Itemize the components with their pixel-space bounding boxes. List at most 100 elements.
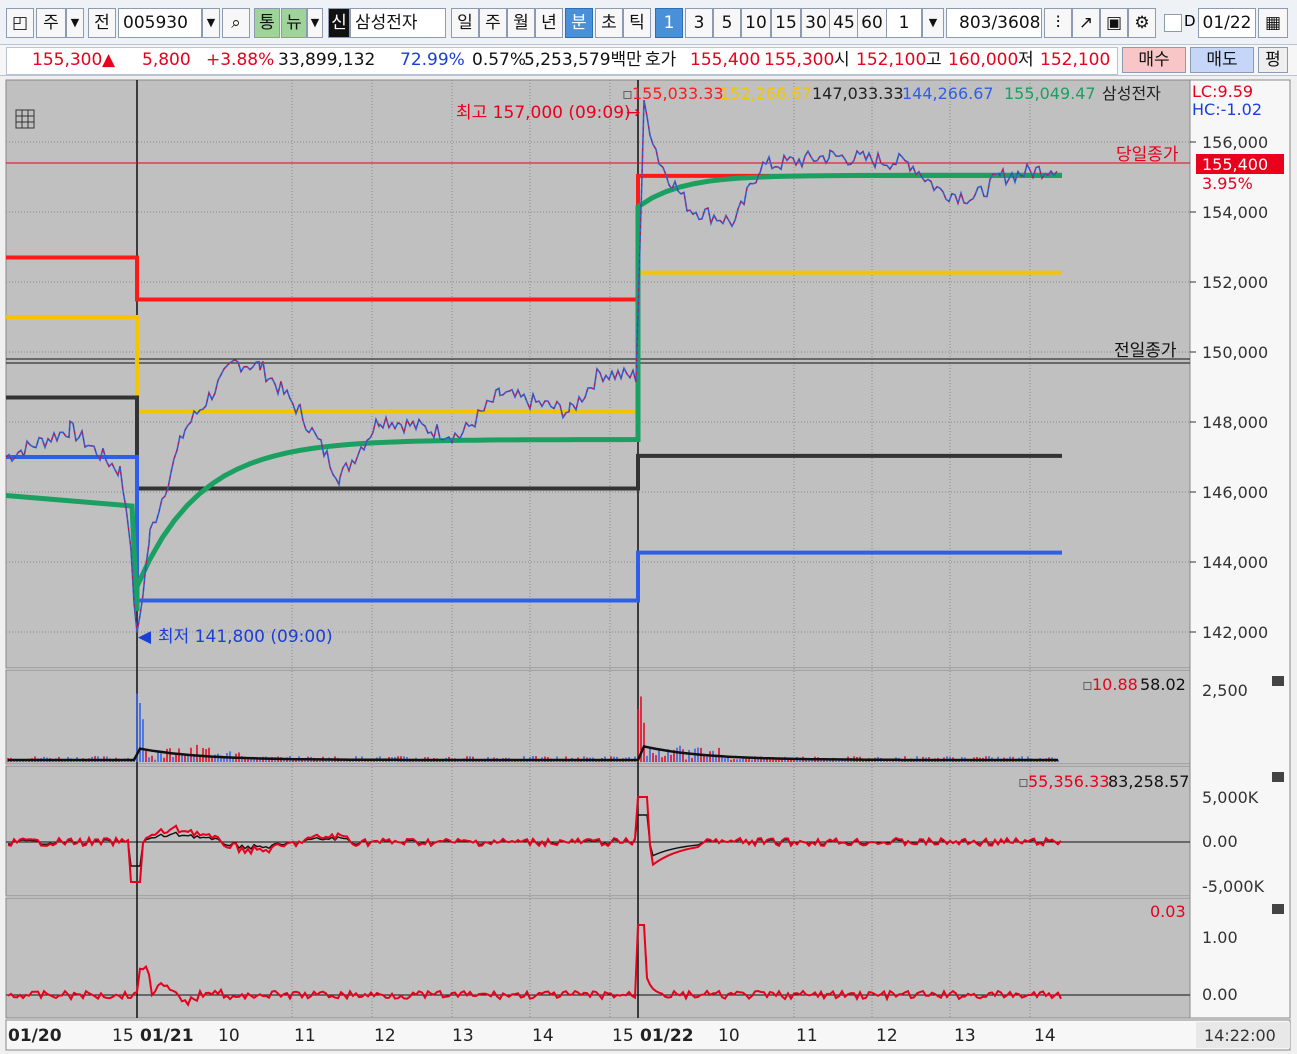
- x-axis-label: 14: [1034, 1026, 1056, 1046]
- x-axis-label: 01/22: [640, 1026, 694, 1046]
- legend-value-green: 155,049.47: [1004, 84, 1096, 103]
- trend-icon[interactable]: ↗: [1072, 8, 1100, 38]
- period-2-button[interactable]: 월: [507, 8, 535, 38]
- date-checkbox[interactable]: [1164, 14, 1182, 32]
- prefix-toggle[interactable]: 전: [88, 8, 116, 38]
- high-label: 고: [926, 50, 942, 70]
- price-change: 5,800: [142, 50, 191, 70]
- ratio-2: 0.57%: [472, 50, 527, 70]
- low-arrow-icon: ◀: [138, 627, 152, 647]
- volume-value-2: 58.02: [1140, 675, 1186, 694]
- x-axis-label: 14: [532, 1026, 554, 1046]
- ratio-1: 72.99%: [400, 50, 465, 70]
- trade-amount: 5,253,579백만: [524, 50, 642, 70]
- interval-15-button[interactable]: 15: [771, 8, 801, 38]
- chart-area[interactable]: ▫ 155,033.33 152,266.67 147,033.33 144,2…: [0, 76, 1297, 1054]
- position-value: 803: [959, 13, 992, 33]
- close-icon[interactable]: [1272, 676, 1284, 686]
- low-annotation: 최저 141,800 (09:00): [158, 627, 333, 647]
- high-arrow-icon: →: [626, 103, 640, 123]
- stock-name: 삼성전자: [350, 8, 446, 38]
- chevron-down-icon[interactable]: ▼: [307, 8, 323, 38]
- date-input[interactable]: 01/22: [1198, 8, 1256, 38]
- tag-sin[interactable]: 신: [328, 8, 350, 38]
- buy-button[interactable]: 매수: [1122, 47, 1186, 73]
- time-readout: 14:22:00: [1204, 1026, 1276, 1045]
- x-axis-label: 10: [718, 1026, 740, 1046]
- search-icon[interactable]: ⌕: [222, 8, 250, 38]
- rate-value: 0.03: [1150, 902, 1186, 921]
- ask-label: 호가: [645, 50, 677, 70]
- x-axis-label: 11: [796, 1026, 818, 1046]
- close-icon[interactable]: [1272, 772, 1284, 782]
- high-price: 160,000: [948, 50, 1019, 70]
- date-check-label: D: [1184, 12, 1196, 30]
- legend-value-yellow: 152,266.67: [720, 84, 812, 103]
- period-6-button[interactable]: 틱: [623, 8, 651, 38]
- top-toolbar: ◰ 주 ▼ 전 005930 ▼ ⌕ 통 뉴 ▼ 신 삼성전자 1 ▼ 803/…: [0, 0, 1297, 45]
- close-percent: 3.95%: [1202, 174, 1253, 193]
- period-4-button[interactable]: 분: [565, 8, 593, 38]
- interval-45-button[interactable]: 45: [829, 8, 859, 38]
- interval-30-button[interactable]: 30: [801, 8, 831, 38]
- sell-button[interactable]: 매도: [1190, 47, 1254, 73]
- osc-tick-bottom: -5,000K: [1202, 877, 1265, 896]
- y-tick-label: 144,000: [1202, 553, 1268, 572]
- position-total: /3608: [991, 13, 1041, 33]
- open-label: 시: [834, 50, 850, 70]
- hc-value: HC:-1.02: [1192, 100, 1262, 119]
- market-select[interactable]: 주: [36, 8, 66, 38]
- y-tick-label: 156,000: [1202, 133, 1268, 152]
- legend-stock-name: 삼성전자: [1102, 84, 1161, 103]
- x-axis-label: 12: [374, 1026, 396, 1046]
- volume-panel[interactable]: [5, 669, 1191, 765]
- period-0-button[interactable]: 일: [451, 8, 479, 38]
- period-1-button[interactable]: 주: [479, 8, 507, 38]
- chevron-down-icon[interactable]: ▼: [922, 8, 944, 38]
- bid-price: 155,300: [764, 50, 835, 70]
- volume-tick: 2,500: [1202, 681, 1248, 700]
- y-tick-label: 154,000: [1202, 203, 1268, 222]
- current-price: 155,300: [32, 50, 103, 70]
- count-input[interactable]: 1: [886, 8, 922, 38]
- candle-icon[interactable]: ⫶: [1044, 8, 1072, 38]
- period-5-button[interactable]: 초: [595, 8, 623, 38]
- volume: 33,899,132: [278, 50, 376, 70]
- osc-value-2: 83,258.57: [1108, 772, 1189, 791]
- x-axis-label: 12: [876, 1026, 898, 1046]
- low-label: 저: [1018, 50, 1034, 70]
- x-axis-label: 10: [218, 1026, 240, 1046]
- calendar-icon[interactable]: ▦: [1258, 8, 1288, 38]
- y-tick-label: 142,000: [1202, 623, 1268, 642]
- change-percent: +3.88%: [206, 50, 275, 70]
- interval-1-button[interactable]: 1: [655, 8, 683, 38]
- quote-bar: 155,300 ▲ 5,800 +3.88% 33,899,132 72.99%…: [0, 45, 1297, 76]
- price-panel[interactable]: [5, 79, 1191, 669]
- x-axis-label: 13: [954, 1026, 976, 1046]
- up-arrow-icon: ▲: [102, 50, 116, 70]
- close-icon[interactable]: [1272, 904, 1284, 914]
- osc-value-1: 55,356.33: [1028, 772, 1109, 791]
- save-icon[interactable]: ▣: [1100, 8, 1128, 38]
- interval-10-button[interactable]: 10: [741, 8, 771, 38]
- low-price: 152,100: [1040, 50, 1111, 70]
- window-menu-icon[interactable]: ◰: [6, 8, 34, 38]
- ask-price: 155,400: [690, 50, 761, 70]
- interval-60-button[interactable]: 60: [857, 8, 887, 38]
- x-axis-label: 15: [612, 1026, 634, 1046]
- period-3-button[interactable]: 년: [535, 8, 563, 38]
- chevron-down-icon[interactable]: ▼: [66, 8, 84, 38]
- eval-button[interactable]: 평: [1258, 47, 1288, 73]
- code-input[interactable]: 005930: [118, 8, 202, 38]
- y-tick-label: 150,000: [1202, 343, 1268, 362]
- legend-value-black: 147,033.33: [812, 84, 904, 103]
- x-axis-label: 01/21: [140, 1026, 194, 1046]
- tag-tong[interactable]: 통: [254, 8, 280, 38]
- interval-5-button[interactable]: 5: [713, 8, 741, 38]
- chevron-down-icon[interactable]: ▼: [202, 8, 220, 38]
- x-axis-label: 15: [112, 1026, 134, 1046]
- interval-3-button[interactable]: 3: [685, 8, 713, 38]
- gear-icon[interactable]: ⚙: [1128, 8, 1156, 38]
- tag-nyu[interactable]: 뉴: [281, 8, 307, 38]
- high-annotation: 최고 157,000 (09:09): [456, 103, 631, 123]
